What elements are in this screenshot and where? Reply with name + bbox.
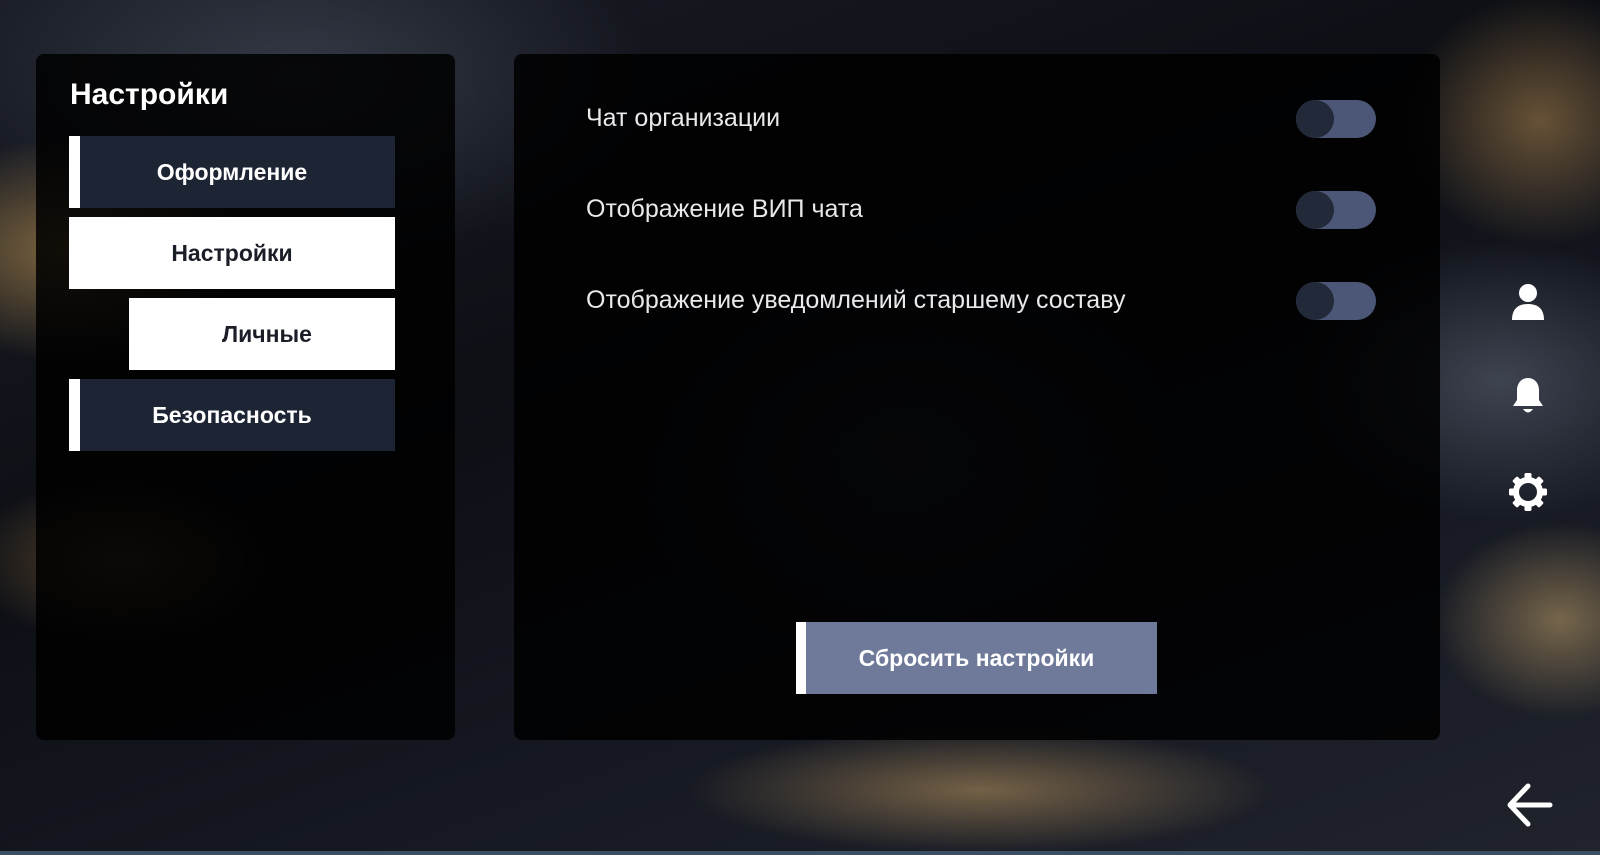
bell-icon-graphic bbox=[1513, 378, 1543, 413]
toggle-knob bbox=[1296, 282, 1334, 320]
settings-nav-panel: Настройки Оформление Настройки Личные Бе… bbox=[36, 54, 455, 740]
toggle-knob bbox=[1296, 100, 1334, 138]
user-icon-graphic bbox=[1512, 284, 1544, 320]
arrow-left-icon[interactable] bbox=[1504, 779, 1556, 831]
arrow-left-icon-graphic bbox=[1507, 783, 1553, 827]
setting-label: Чат организации bbox=[586, 104, 781, 132]
reset-settings-label: Сбросить настройки bbox=[858, 644, 1095, 671]
nav-item-security[interactable]: Безопасность bbox=[69, 379, 395, 451]
setting-label: Отображение уведомлений старшему составу bbox=[586, 286, 1126, 314]
nav-item-personal[interactable]: Личные bbox=[129, 298, 395, 370]
setting-row-vip-chat: Отображение ВИП чата bbox=[586, 191, 1376, 231]
setting-row-org-chat: Чат организации bbox=[586, 100, 1376, 140]
bell-icon[interactable] bbox=[1505, 373, 1551, 419]
nav-item-settings[interactable]: Настройки bbox=[69, 217, 395, 289]
nav-item-indicator bbox=[69, 379, 80, 451]
page-title: Настройки bbox=[70, 78, 229, 111]
setting-row-senior-notifications: Отображение уведомлений старшему составу bbox=[586, 282, 1376, 322]
toggle-knob bbox=[1296, 191, 1334, 229]
gear-icon-graphic bbox=[1509, 473, 1547, 511]
nav-item-label: Безопасность bbox=[152, 401, 312, 428]
nav-item-label: Личные bbox=[222, 320, 312, 347]
bottom-strip bbox=[0, 851, 1600, 855]
gear-icon[interactable] bbox=[1505, 469, 1551, 515]
senior-notifications-toggle[interactable] bbox=[1296, 282, 1376, 320]
user-icon[interactable] bbox=[1505, 279, 1551, 325]
reset-settings-button[interactable]: Сбросить настройки bbox=[796, 622, 1157, 694]
button-indicator bbox=[796, 622, 806, 694]
vip-chat-toggle[interactable] bbox=[1296, 191, 1376, 229]
setting-label: Отображение ВИП чата bbox=[586, 195, 863, 223]
org-chat-toggle[interactable] bbox=[1296, 100, 1376, 138]
nav-item-label: Оформление bbox=[156, 158, 308, 185]
nav-item-label: Настройки bbox=[171, 239, 293, 266]
nav-item-indicator bbox=[69, 136, 80, 208]
nav-item-appearance[interactable]: Оформление bbox=[69, 136, 395, 208]
